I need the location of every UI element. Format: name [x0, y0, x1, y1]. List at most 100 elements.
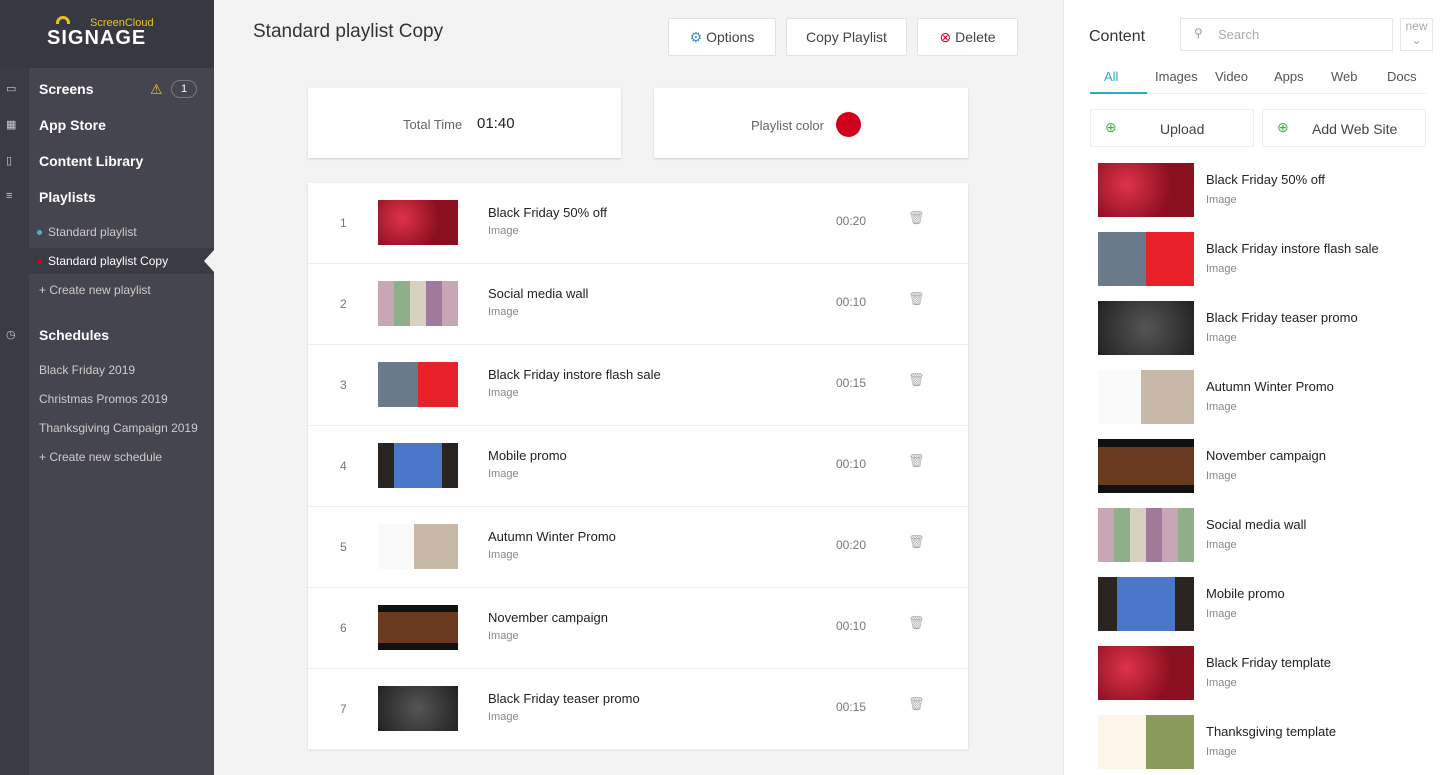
- search-input[interactable]: ⚲ Search: [1180, 18, 1393, 51]
- sort-dropdown[interactable]: new ⌄: [1400, 18, 1433, 51]
- close-circle-icon: ⊗: [939, 29, 952, 45]
- upload-label: Upload: [1160, 121, 1205, 137]
- options-button[interactable]: ⚙ Options: [668, 18, 776, 56]
- content-item[interactable]: Thanksgiving template Image: [1098, 715, 1398, 769]
- create-schedule-label: Create new schedule: [49, 450, 163, 464]
- item-title: Thanksgiving template: [1206, 724, 1337, 739]
- logo[interactable]: ScreenCloud SIGNAGE: [0, 0, 214, 68]
- thumbnail: [1098, 646, 1194, 700]
- item-title: Black Friday instore flash sale: [1206, 241, 1379, 256]
- trash-icon[interactable]: 🗑: [908, 615, 925, 631]
- item-duration[interactable]: 00:20: [836, 214, 866, 228]
- playlist-items: 1 Black Friday 50% off Image 00:20 🗑 2 Social …: [308, 183, 968, 750]
- playlist-row[interactable]: 5 Autumn Winter Promo Image 00:20 🗑: [308, 507, 968, 588]
- copy-playlist-button[interactable]: Copy Playlist: [786, 18, 907, 56]
- item-duration[interactable]: 00:10: [836, 295, 866, 309]
- content-item[interactable]: Autumn Winter Promo Image: [1098, 370, 1398, 424]
- trash-icon[interactable]: 🗑: [908, 291, 925, 307]
- thumbnail: [378, 362, 458, 407]
- tab-video[interactable]: Video: [1215, 69, 1248, 84]
- content-item[interactable]: Black Friday instore flash sale Image: [1098, 232, 1398, 286]
- sidebar-item-app-store[interactable]: App Store: [39, 117, 106, 133]
- item-type: Image: [1206, 401, 1237, 413]
- tab-docs[interactable]: Docs: [1387, 69, 1417, 84]
- item-title: Black Friday instore flash sale: [488, 367, 661, 382]
- tab-web[interactable]: Web: [1331, 69, 1358, 84]
- delete-button[interactable]: ⊗ Delete: [917, 18, 1018, 56]
- create-playlist-link[interactable]: + Create new playlist: [39, 283, 151, 297]
- delete-label: Delete: [955, 29, 996, 45]
- playlist-row[interactable]: 2 Social media wall Image 00:10 🗑: [308, 264, 968, 345]
- playlist-row[interactable]: 4 Mobile promo Image 00:10 🗑: [308, 426, 968, 507]
- thumbnail: [378, 686, 458, 731]
- search-placeholder: Search: [1218, 27, 1260, 42]
- sort-label: new: [1405, 19, 1428, 33]
- sidebar-playlist-item[interactable]: Standard playlist: [37, 225, 137, 239]
- tab-all[interactable]: All: [1104, 69, 1118, 84]
- sidebar-item-playlists[interactable]: Playlists: [39, 189, 96, 205]
- item-title: November campaign: [488, 610, 608, 625]
- sidebar-schedule-item[interactable]: Christmas Promos 2019: [39, 392, 168, 406]
- content-item[interactable]: Black Friday 50% off Image: [1098, 163, 1398, 217]
- sidebar-schedule-item[interactable]: Thanksgiving Campaign 2019: [39, 421, 198, 435]
- search-icon: ⚲: [1194, 26, 1203, 40]
- content-item[interactable]: November campaign Image: [1098, 439, 1398, 493]
- row-number: 1: [340, 216, 347, 230]
- tab-images[interactable]: Images: [1155, 69, 1198, 84]
- create-playlist-label: Create new playlist: [49, 283, 151, 297]
- thumbnail: [1098, 232, 1194, 286]
- sidebar-schedule-item[interactable]: Black Friday 2019: [39, 363, 135, 377]
- thumbnail: [1098, 370, 1194, 424]
- row-number: 6: [340, 621, 347, 635]
- tab-apps[interactable]: Apps: [1274, 69, 1304, 84]
- playlist-row[interactable]: 6 November campaign Image 00:10 🗑: [308, 588, 968, 669]
- add-web-site-button[interactable]: ⊕ Add Web Site: [1262, 109, 1426, 147]
- item-duration[interactable]: 00:15: [836, 700, 866, 714]
- thumbnail: [1098, 163, 1194, 217]
- content-item[interactable]: Social media wall Image: [1098, 508, 1398, 562]
- playlist-row[interactable]: 1 Black Friday 50% off Image 00:20 🗑: [308, 183, 968, 264]
- thumbnail: [1098, 715, 1194, 769]
- sidebar-item-content-library[interactable]: Content Library: [39, 153, 143, 169]
- content-item[interactable]: Black Friday template Image: [1098, 646, 1398, 700]
- trash-icon[interactable]: 🗑: [908, 696, 925, 712]
- row-number: 5: [340, 540, 347, 554]
- item-type: Image: [488, 387, 519, 399]
- item-duration[interactable]: 00:20: [836, 538, 866, 552]
- list-icon: ≡: [6, 190, 13, 202]
- create-schedule-link[interactable]: + Create new schedule: [39, 450, 162, 464]
- sidebar-item-screens[interactable]: Screens: [39, 81, 93, 97]
- playlist-row[interactable]: 3 Black Friday instore flash sale Image 00:…: [308, 345, 968, 426]
- thumbnail: [378, 281, 458, 326]
- item-type: Image: [488, 306, 519, 318]
- item-duration[interactable]: 00:15: [836, 376, 866, 390]
- thumbnail: [1098, 439, 1194, 493]
- item-duration[interactable]: 00:10: [836, 457, 866, 471]
- thumbnail: [378, 200, 458, 245]
- warning-icon: ⚠: [150, 81, 163, 97]
- content-item[interactable]: Mobile promo Image: [1098, 577, 1398, 631]
- item-title: Black Friday 50% off: [488, 205, 607, 220]
- item-type: Image: [488, 468, 519, 480]
- content-tabs: All Images Video Apps Web Docs: [1090, 68, 1426, 94]
- plus-circle-icon: ⊕: [1277, 119, 1289, 135]
- trash-icon[interactable]: 🗑: [908, 210, 925, 226]
- thumbnail: [378, 443, 458, 488]
- add-web-site-label: Add Web Site: [1312, 121, 1398, 137]
- playlist-row[interactable]: 7 Black Friday teaser promo Image 00:15 🗑: [308, 669, 968, 750]
- sidebar-item-schedules[interactable]: Schedules: [39, 327, 109, 343]
- content-item[interactable]: Black Friday teaser promo Image: [1098, 301, 1398, 355]
- item-type: Image: [488, 225, 519, 237]
- trash-icon[interactable]: 🗑: [908, 534, 925, 550]
- upload-button[interactable]: ⊕ Upload: [1090, 109, 1254, 147]
- playlist-color-swatch[interactable]: [836, 112, 861, 137]
- item-type: Image: [1206, 746, 1237, 758]
- trash-icon[interactable]: 🗑: [908, 453, 925, 469]
- trash-icon[interactable]: 🗑: [908, 372, 925, 388]
- item-duration[interactable]: 00:10: [836, 619, 866, 633]
- item-type: Image: [488, 549, 519, 561]
- item-title: Social media wall: [1206, 517, 1307, 532]
- sidebar-playlist-item[interactable]: Standard playlist Copy: [37, 254, 168, 268]
- playlist-item-label: Standard playlist Copy: [48, 254, 169, 268]
- item-title: Autumn Winter Promo: [1206, 379, 1334, 394]
